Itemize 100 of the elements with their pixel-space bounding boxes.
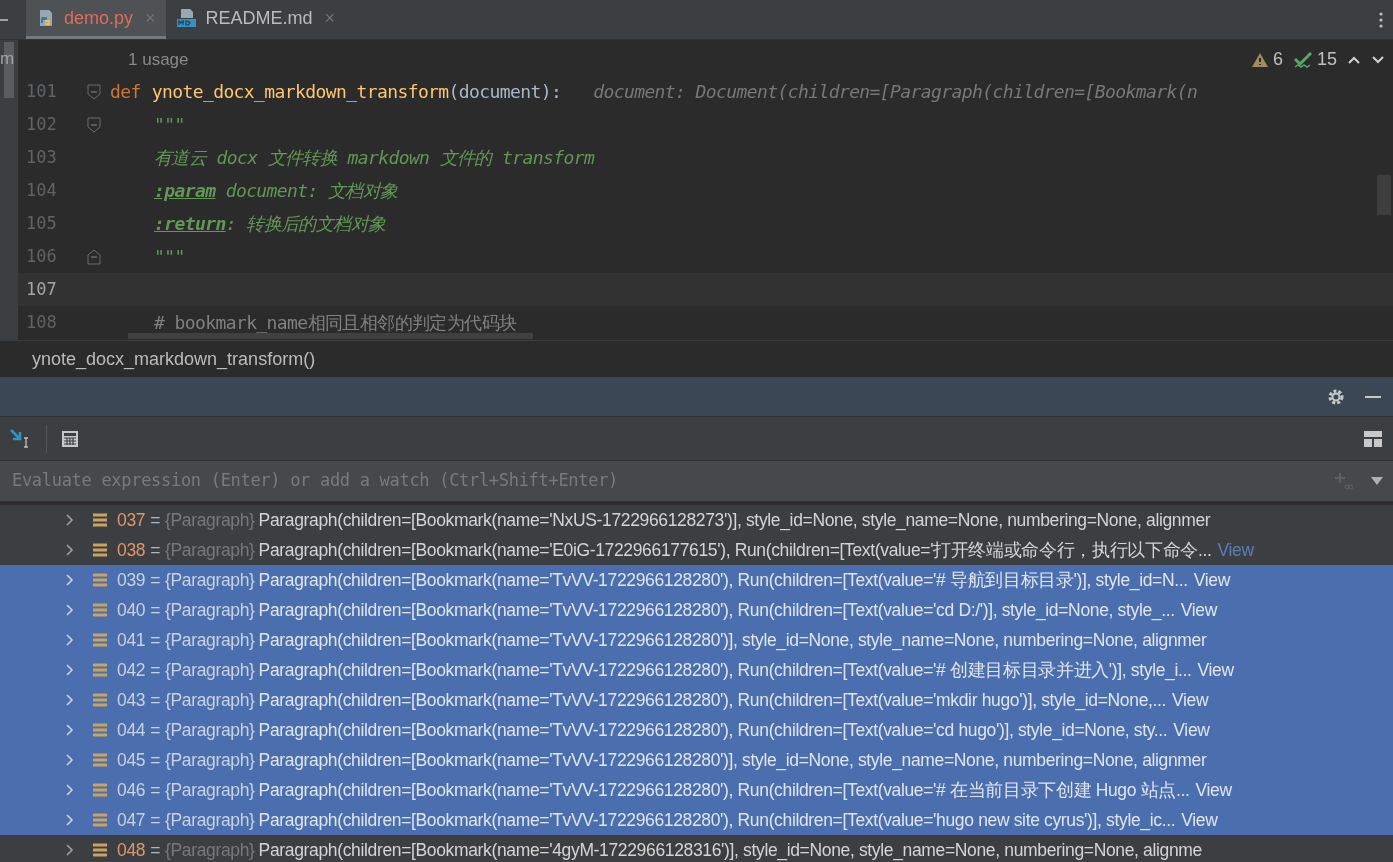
variable-name: 048	[117, 838, 146, 862]
view-link[interactable]: View	[1197, 656, 1234, 684]
warning-icon[interactable]	[1250, 51, 1269, 68]
list-icon	[93, 543, 107, 557]
equals-sign: =	[150, 748, 161, 772]
view-link[interactable]: View	[1195, 776, 1232, 804]
equals-sign: =	[150, 568, 161, 592]
chevron-down-icon[interactable]	[1371, 54, 1385, 65]
check-icon[interactable]	[1292, 50, 1313, 69]
variable-name: 038	[117, 538, 146, 562]
variable-row[interactable]: 039 = {Paragraph} Paragraph(children=[Bookmark(name='TvVV-1722966128280'), Run(children=[Text(value='# 导航到目标目录')], style_id=N... View	[0, 565, 1393, 595]
variable-type: {Paragraph}	[165, 658, 255, 682]
markdown-file-icon	[175, 8, 198, 28]
variable-value: Paragraph(children=[Bookmark(name='NxUS-1722966128273')], style_id=None, style_name=None, numbering=None, alignmer	[258, 508, 1211, 533]
variable-name: 037	[117, 508, 146, 532]
chevron-right-icon[interactable]	[64, 633, 76, 647]
warning-count: 6	[1272, 48, 1283, 71]
calculator-icon[interactable]	[61, 429, 79, 448]
list-icon	[93, 843, 107, 857]
code-token: # bookmark_name相同且相邻的判定为代码块	[154, 311, 517, 334]
variable-type: {Paragraph}	[165, 838, 255, 862]
variable-value: Paragraph(children=[Bookmark(name='TvVV-1722966128280'), Run(children=[Text(value='# 创建目标目录并进入')], style_i...	[258, 658, 1192, 683]
variable-row[interactable]: 045 = {Paragraph} Paragraph(children=[Bookmark(name='TvVV-1722966128280')], style_id=None, style_name=None, numbering=None, alignmer	[0, 745, 1393, 775]
variable-row[interactable]: 040 = {Paragraph} Paragraph(children=[Bookmark(name='TvVV-1722966128280'), Run(children=[Text(value='cd D:/')], style_id=None, style_... View	[0, 595, 1393, 625]
chevron-right-icon[interactable]	[64, 753, 76, 767]
variable-row[interactable]: 041 = {Paragraph} Paragraph(children=[Bookmark(name='TvVV-1722966128280')], style_id=None, style_name=None, numbering=None, alignmer	[0, 625, 1393, 655]
dropdown-arrow-icon[interactable]	[1371, 477, 1383, 485]
view-link[interactable]: View	[1172, 686, 1209, 714]
list-icon	[93, 813, 107, 827]
variable-value: Paragraph(children=[Bookmark(name='TvVV-1722966128280')], style_id=None, style_name=None, numbering=None, alignmer	[258, 748, 1207, 773]
list-icon	[93, 633, 107, 647]
view-link[interactable]: View	[1193, 566, 1230, 594]
fold-marker-icon[interactable]	[86, 82, 102, 101]
chevron-right-icon[interactable]	[64, 723, 76, 737]
view-link[interactable]: View	[1217, 536, 1254, 564]
variable-row[interactable]: 046 = {Paragraph} Paragraph(children=[Bookmark(name='TvVV-1722966128280'), Run(children=[Text(value='# 在当前目录下创建 Hugo 站点... View	[0, 775, 1393, 805]
usage-hint[interactable]: 1 usage	[126, 42, 189, 73]
chevron-right-icon[interactable]	[64, 543, 76, 557]
code-token: """	[154, 113, 185, 136]
variable-value: Paragraph(children=[Bookmark(name='E0iG-1722966177615'), Run(children=[Text(value='打开终端或命令行，执行以下命令...	[258, 538, 1212, 562]
variable-type: {Paragraph}	[165, 808, 255, 832]
code-token: def	[110, 80, 141, 103]
equals-sign: =	[150, 628, 161, 652]
view-link[interactable]: View	[1180, 596, 1217, 624]
variable-value: Paragraph(children=[Bookmark(name='TvVV-1722966128280'), Run(children=[Text(value='cd D:/')], style_id=None, style_...	[258, 598, 1175, 623]
variable-type: {Paragraph}	[165, 718, 255, 742]
close-icon[interactable]: ×	[324, 4, 336, 32]
variable-row[interactable]: 038 = {Paragraph} Paragraph(children=[Bookmark(name='E0iG-1722966177615'), Run(children=[Text(value='打开终端或命令行，执行以下命令... View	[0, 535, 1393, 565]
check-count: 15	[1316, 48, 1337, 71]
variable-value: Paragraph(children=[Bookmark(name='TvVV-1722966128280'), Run(children=[Text(value='cd hugo')], style_id=None, sty...	[258, 718, 1168, 743]
variable-name: 044	[117, 718, 146, 742]
list-icon	[93, 753, 107, 767]
fold-marker-icon[interactable]	[86, 247, 102, 266]
line-number: 103	[25, 145, 58, 169]
layout-icon[interactable]	[1363, 429, 1383, 448]
view-link[interactable]: View	[1173, 716, 1210, 744]
code-token: :param	[154, 179, 216, 202]
variable-row[interactable]: 037 = {Paragraph} Paragraph(children=[Bookmark(name='NxUS-1722966128273')], style_id=None, style_name=None, numbering=None, alignmer	[0, 505, 1393, 535]
equals-sign: =	[150, 838, 161, 862]
minimize-icon[interactable]	[1365, 395, 1381, 398]
line-number: 101	[25, 79, 58, 103]
variable-type: {Paragraph}	[165, 688, 255, 712]
chevron-right-icon[interactable]	[64, 603, 76, 617]
code-token: ynote_docx_markdown_transform	[151, 80, 449, 103]
equals-sign: =	[150, 718, 161, 742]
code-token: : 转换后的文档对象	[225, 212, 386, 235]
line-number: 105	[25, 211, 58, 235]
variable-row[interactable]: 042 = {Paragraph} Paragraph(children=[Bookmark(name='TvVV-1722966128280'), Run(children=[Text(value='# 创建目标目录并进入')], style_i... View	[0, 655, 1393, 685]
variable-row[interactable]: 047 = {Paragraph} Paragraph(children=[Bookmark(name='TvVV-1722966128280'), Run(children=[Text(value='hugo new site cyrus')], style_ic... View	[0, 805, 1393, 835]
breadcrumb-item[interactable]: ynote_docx_markdown_transform()	[32, 345, 316, 373]
chevron-up-icon[interactable]	[1347, 54, 1361, 65]
chevron-right-icon[interactable]	[64, 693, 76, 707]
equals-sign: =	[150, 658, 161, 682]
chevron-right-icon[interactable]	[64, 843, 76, 857]
collapse-icon[interactable]	[0, 18, 8, 21]
editor-tab[interactable]: README.md ×	[165, 0, 346, 39]
variable-value: Paragraph(children=[Bookmark(name='4gyM-1722966128316')], style_id=None, style_name=None, numbering=None, alignme	[258, 838, 1202, 862]
chevron-right-icon[interactable]	[64, 663, 76, 677]
variable-name: 047	[117, 808, 146, 832]
variable-row[interactable]: 043 = {Paragraph} Paragraph(children=[Bookmark(name='TvVV-1722966128280'), Run(children=[Text(value='mkdir hugo')], style_id=None,... View	[0, 685, 1393, 715]
settings-icon[interactable]	[1327, 387, 1345, 406]
view-link[interactable]: View	[1181, 806, 1218, 834]
variable-row[interactable]: 048 = {Paragraph} Paragraph(children=[Bookmark(name='4gyM-1722966128316')], style_id=None, style_name=None, numbering=None, alignme	[0, 835, 1393, 862]
chevron-right-icon[interactable]	[64, 813, 76, 827]
more-icon[interactable]	[1379, 11, 1383, 28]
chevron-right-icon[interactable]	[64, 573, 76, 587]
variable-row[interactable]: 044 = {Paragraph} Paragraph(children=[Bookmark(name='TvVV-1722966128280'), Run(children=[Text(value='cd hugo')], style_id=None, sty... View	[0, 715, 1393, 745]
fold-marker-icon[interactable]	[86, 115, 102, 134]
equals-sign: =	[150, 778, 161, 802]
code-token: :return	[154, 212, 226, 235]
chevron-right-icon[interactable]	[64, 783, 76, 797]
list-icon	[93, 723, 107, 737]
list-icon	[93, 663, 107, 677]
editor-tab[interactable]: demo.py ×	[26, 0, 166, 39]
variable-name: 039	[117, 568, 146, 592]
variable-type: {Paragraph}	[165, 538, 255, 562]
variable-value: Paragraph(children=[Bookmark(name='TvVV-1722966128280'), Run(children=[Text(value='# 在当前目录下创建 Hugo 站点...	[258, 778, 1190, 802]
chevron-right-icon[interactable]	[64, 513, 76, 527]
variable-name: 046	[117, 778, 146, 802]
variable-name: 042	[117, 658, 146, 682]
